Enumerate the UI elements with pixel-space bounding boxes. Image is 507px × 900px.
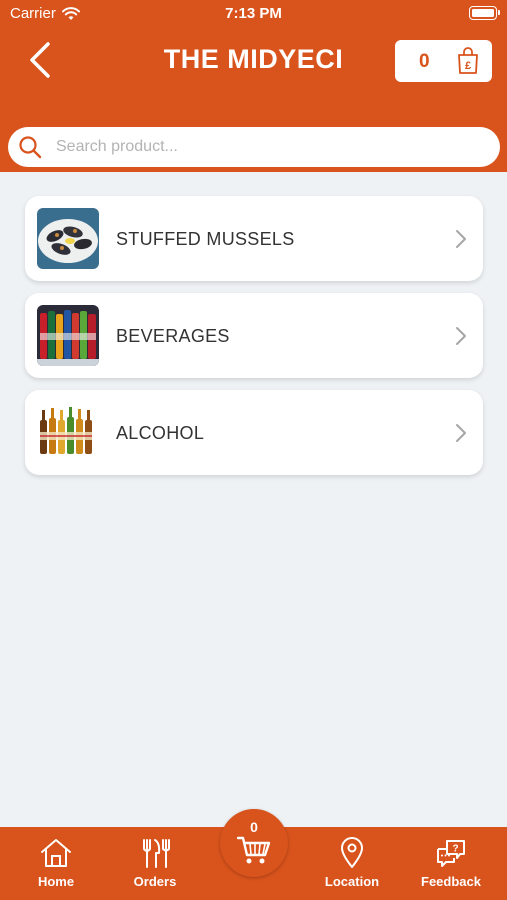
app-header: Carrier 7:13 PM THE MIDYECI 0 £ [0,0,507,172]
chevron-right-icon [456,327,466,345]
category-label: BEVERAGES [116,326,230,346]
status-time: 7:13 PM [225,5,282,22]
feedback-chat-icon: ? [437,840,465,867]
alcohol-thumb [37,402,99,463]
nav-orders[interactable]: Orders [110,837,200,889]
chevron-right-icon [456,424,466,442]
category-list: STUFFED MUSSELS BEVERAGES ALCOHOL [25,196,483,487]
nav-home-label: Home [37,874,75,889]
nav-cart-count: 0 [250,819,258,835]
nav-orders-label: Orders [133,874,177,889]
cutlery-icon [143,839,170,868]
currency-symbol: £ [465,60,471,72]
category-item-beverages[interactable]: BEVERAGES [25,293,483,378]
shopping-bag-icon: £ [458,47,478,74]
category-label: STUFFED MUSSELS [116,229,295,249]
nav-location-label: Location [324,874,380,889]
category-item-alcohol[interactable]: ALCOHOL [25,390,483,475]
search-icon [19,136,42,159]
nav-feedback[interactable]: ? Feedback [406,837,496,889]
category-item-stuffed-mussels[interactable]: STUFFED MUSSELS [25,196,483,281]
category-label: ALCOHOL [116,423,205,443]
nav-location[interactable]: Location [307,837,397,889]
mussels-thumb [37,208,99,269]
nav-home[interactable]: Home [11,837,101,889]
battery-icon [469,6,500,20]
home-icon [41,839,71,867]
chevron-right-icon [456,230,466,248]
location-pin-icon [341,837,363,868]
svg-text:?: ? [452,844,458,855]
shopping-cart-icon [237,836,271,864]
nav-cart-button[interactable]: 0 [220,809,288,877]
header-cart-button[interactable]: 0 £ [395,40,492,82]
beverages-thumb [37,305,99,366]
search-input[interactable] [56,138,456,156]
header-cart-count: 0 [419,51,430,72]
status-bar: Carrier 7:13 PM [0,0,507,26]
search-bar[interactable] [8,127,500,167]
nav-feedback-label: Feedback [421,874,481,889]
